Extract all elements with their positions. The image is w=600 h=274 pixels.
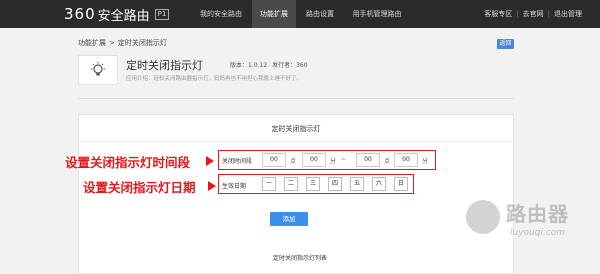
annotation-arrow-icon (208, 181, 216, 191)
brand-logo: 360 安全路由 P1 (64, 4, 170, 24)
app-publisher: 发行者：360 (272, 62, 308, 69)
top-links: 客服专区 | 去官网 | 退出管理 (484, 0, 582, 28)
lightbulb-icon (78, 55, 118, 85)
logo-text: 安全路由 (97, 8, 150, 24)
tab-mobile-manage[interactable]: 用手机管理路由 (344, 0, 410, 28)
main-nav: 我的安全路由 功能扩展 路由设置 用手机管理路由 (190, 0, 410, 28)
annotation-time-range: 设置关闭指示灯时间段 (65, 155, 191, 170)
breadcrumb-parent[interactable]: 功能扩展 (78, 39, 106, 47)
breadcrumb-current: 定时关闭指示灯 (117, 39, 167, 47)
app-description: 应用介绍：轻松关闭路由器指示灯，妈妈再也不用担心我晚上睡不好了。 (126, 76, 303, 82)
tab-my-router[interactable]: 我的安全路由 (190, 0, 252, 28)
app-version: 版本：1.0.12 (230, 62, 268, 69)
watermark-url: luyouqi.com (510, 228, 566, 238)
separator: | (547, 10, 550, 18)
schedule-list-title: 定时关闭指示灯列表 (272, 255, 327, 262)
divider (79, 141, 513, 142)
watermark: 路由器 luyouqi.com (466, 196, 591, 246)
divider (78, 98, 514, 99)
add-button[interactable]: 添加 (270, 212, 308, 226)
app-meta: 版本：1.0.12 发行者：360 (230, 60, 308, 69)
link-logout[interactable]: 退出管理 (554, 9, 582, 19)
link-support[interactable]: 客服专区 (484, 9, 512, 19)
tab-extensions[interactable]: 功能扩展 (252, 0, 296, 28)
logo-number: 360 (64, 5, 96, 23)
tab-router-settings[interactable]: 路由设置 (296, 0, 344, 28)
breadcrumb-separator: > (109, 39, 115, 47)
annotation-date: 设置关闭指示灯日期 (83, 180, 196, 195)
app-title: 定时关闭指示灯 (126, 59, 203, 72)
model-badge: P1 (154, 8, 170, 20)
watermark-text: 路由器 (506, 202, 569, 226)
annotation-arrow-icon (206, 156, 214, 166)
annotation-highlight-box (218, 150, 436, 170)
router-logo-icon (466, 200, 500, 234)
breadcrumb: 功能扩展 > 定时关闭指示灯 (78, 38, 167, 48)
separator: | (516, 10, 519, 18)
panel-title: 定时关闭指示灯 (271, 125, 321, 133)
annotation-highlight-box (218, 174, 414, 194)
back-button[interactable]: 返回 (497, 39, 514, 49)
top-bar: 360 安全路由 P1 我的安全路由 功能扩展 路由设置 用手机管理路由 客服专… (0, 0, 600, 28)
link-official-site[interactable]: 去官网 (523, 9, 544, 19)
